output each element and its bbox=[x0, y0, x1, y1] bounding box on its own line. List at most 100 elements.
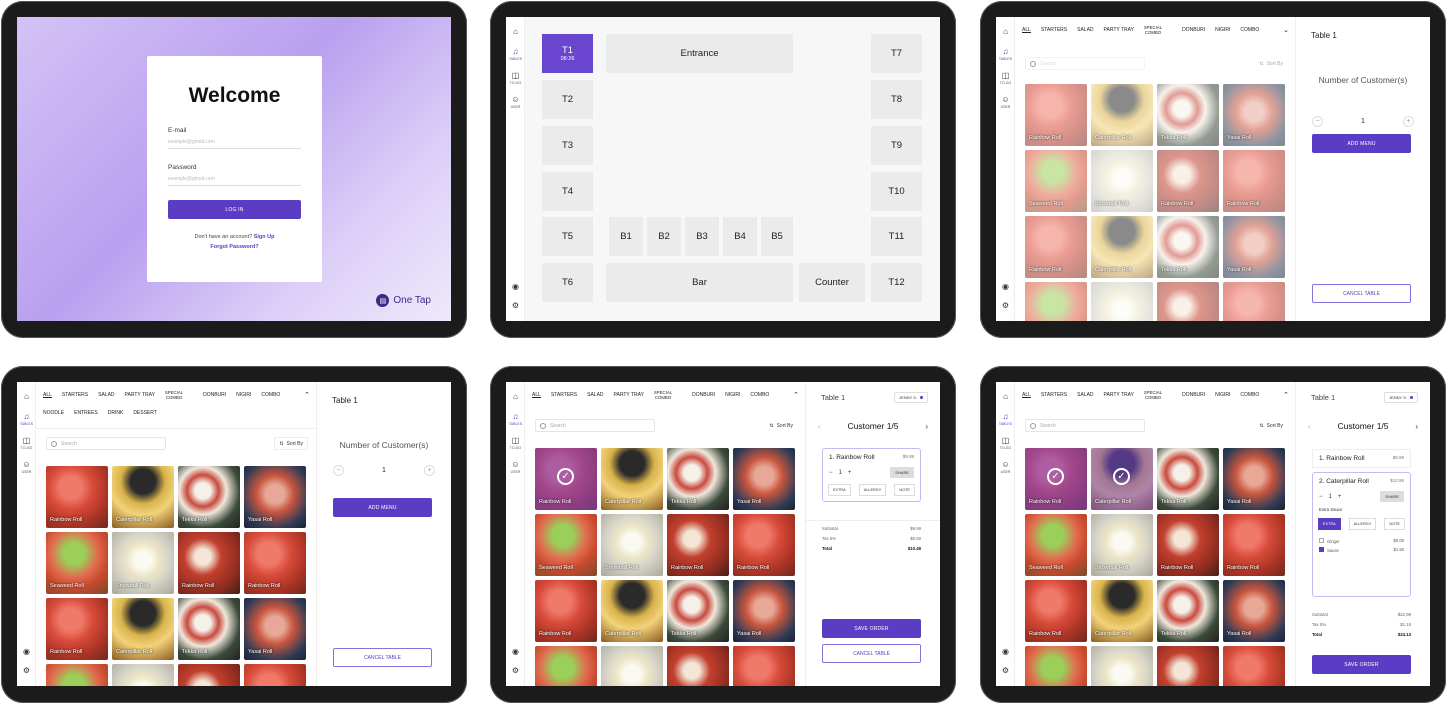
search-input[interactable]: Search bbox=[535, 419, 655, 432]
menu-item[interactable]: Rainbow Roll bbox=[1157, 150, 1219, 212]
sidebar-item-tables[interactable]: ♫ TABLES bbox=[506, 412, 525, 426]
table-t4[interactable]: T4 bbox=[542, 172, 593, 211]
menu-item[interactable]: Rainbow Roll bbox=[1025, 580, 1087, 642]
save-order-button[interactable]: SAVE ORDER bbox=[1312, 655, 1411, 674]
tab-combo[interactable]: COMBO bbox=[1240, 28, 1259, 33]
minus-icon[interactable]: − bbox=[1319, 494, 1323, 500]
menu-item[interactable] bbox=[1091, 282, 1153, 321]
profile-icon[interactable]: ◉ bbox=[996, 647, 1015, 656]
server-badge[interactable]: JENNY S. bbox=[894, 392, 928, 403]
table-t5[interactable]: T5 bbox=[542, 217, 593, 256]
menu-item[interactable]: Tekka Roll bbox=[667, 580, 729, 642]
cancel-table-button[interactable]: CANCEL TABLE bbox=[1312, 284, 1411, 303]
order-item-collapsed[interactable]: 1. Rainbow Roll $9.99 bbox=[1312, 449, 1411, 468]
tab-dessert[interactable]: DESSERT bbox=[133, 411, 157, 416]
tab-nigiri[interactable]: NIGIRI bbox=[1215, 393, 1230, 398]
settings-icon[interactable]: ⚙ bbox=[996, 301, 1015, 310]
table-t2[interactable]: T2 bbox=[542, 80, 593, 119]
home-icon[interactable]: ⌂ bbox=[996, 392, 1015, 401]
menu-item[interactable] bbox=[1223, 646, 1285, 686]
home-icon[interactable]: ⌂ bbox=[506, 27, 525, 36]
tab-special-combo[interactable]: SPECIAL COMBO bbox=[1144, 390, 1172, 400]
menu-item[interactable]: Yasai Roll bbox=[1223, 448, 1285, 510]
tab-salad[interactable]: SALAD bbox=[98, 393, 114, 398]
menu-item[interactable] bbox=[112, 664, 174, 686]
sort-button[interactable]: ⇅ Sort By bbox=[1255, 57, 1287, 70]
chevron-up-icon[interactable]: ⌃ bbox=[304, 392, 310, 399]
menu-item[interactable]: Seaweed Roll bbox=[1025, 150, 1087, 212]
menu-item-selected[interactable]: ✓ Rainbow Roll bbox=[535, 448, 597, 510]
search-input[interactable]: Search bbox=[46, 437, 166, 450]
email-field[interactable]: example@gmail.com bbox=[168, 139, 301, 149]
menu-item[interactable]: Seaweed Roll bbox=[46, 532, 108, 594]
settings-icon[interactable]: ⚙ bbox=[996, 666, 1015, 675]
menu-item[interactable]: Snowball Roll bbox=[601, 514, 663, 576]
menu-item[interactable]: Snowball Roll bbox=[112, 532, 174, 594]
allergy-button[interactable]: ALLERGY bbox=[858, 484, 887, 496]
settings-icon[interactable]: ⚙ bbox=[506, 666, 525, 675]
menu-item[interactable]: Rainbow Roll bbox=[46, 466, 108, 528]
table-t8[interactable]: T8 bbox=[871, 80, 922, 119]
profile-icon[interactable]: ◉ bbox=[996, 282, 1015, 291]
plus-icon[interactable]: + bbox=[424, 464, 435, 476]
menu-item-selected[interactable]: ✓ Rainbow Roll bbox=[1025, 448, 1087, 510]
home-icon[interactable]: ⌂ bbox=[17, 392, 36, 401]
tab-salad[interactable]: SALAD bbox=[1077, 28, 1093, 33]
menu-item[interactable] bbox=[667, 646, 729, 686]
menu-item[interactable]: Yasai Roll bbox=[733, 448, 795, 510]
tab-all[interactable]: ALL bbox=[1022, 28, 1031, 33]
chevron-down-icon[interactable]: ⌄ bbox=[1283, 27, 1289, 34]
bar-seat-b2[interactable]: B2 bbox=[647, 217, 681, 256]
plus-icon[interactable]: + bbox=[1338, 494, 1342, 500]
chevron-right-icon[interactable]: › bbox=[1415, 422, 1418, 431]
tab-party-tray[interactable]: PARTY TRAY bbox=[1104, 393, 1134, 398]
tab-nigiri[interactable]: NIGIRI bbox=[1215, 28, 1230, 33]
menu-item[interactable]: Caterpillar Roll bbox=[112, 466, 174, 528]
table-t9[interactable]: T9 bbox=[871, 126, 922, 165]
tab-nigiri[interactable]: NIGIRI bbox=[725, 393, 740, 398]
tab-party-tray[interactable]: PARTY TRAY bbox=[614, 393, 644, 398]
tab-nigiri[interactable]: NIGIRI bbox=[236, 393, 251, 398]
tab-starters[interactable]: STARTERS bbox=[62, 393, 88, 398]
menu-item[interactable]: Tekka Roll bbox=[1157, 448, 1219, 510]
tab-combo[interactable]: COMBO bbox=[1240, 393, 1259, 398]
sidebar-item-user[interactable]: ☺ USER bbox=[506, 460, 525, 474]
menu-item[interactable]: Rainbow Roll bbox=[1223, 514, 1285, 576]
sidebar-item-togo[interactable]: ◫ TO-GO bbox=[506, 436, 525, 450]
menu-item[interactable]: Rainbow Roll bbox=[733, 514, 795, 576]
add-menu-button[interactable]: ADD MENU bbox=[1312, 134, 1411, 153]
menu-item[interactable]: Tekka Roll bbox=[1157, 216, 1219, 278]
menu-item[interactable]: Tekka Roll bbox=[178, 466, 240, 528]
sidebar-item-user[interactable]: ☺ USER bbox=[17, 460, 36, 474]
menu-item[interactable]: Yasai Roll bbox=[1223, 84, 1285, 146]
menu-item[interactable]: Yasai Roll bbox=[244, 598, 306, 660]
menu-item[interactable]: Tekka Roll bbox=[178, 598, 240, 660]
search-input[interactable]: Search bbox=[1025, 57, 1145, 70]
tab-combo[interactable]: COMBO bbox=[750, 393, 769, 398]
menu-item[interactable]: Seaweed Roll bbox=[535, 514, 597, 576]
home-icon[interactable]: ⌂ bbox=[996, 27, 1015, 36]
table-t11[interactable]: T11 bbox=[871, 217, 922, 256]
menu-item[interactable]: Rainbow Roll bbox=[1025, 84, 1087, 146]
menu-item[interactable] bbox=[535, 646, 597, 686]
bar-seat-b5[interactable]: B5 bbox=[761, 217, 793, 256]
tab-special-combo[interactable]: SPECIAL COMBO bbox=[1144, 25, 1172, 35]
sidebar-item-togo[interactable]: ◫ TO-GO bbox=[17, 436, 36, 450]
menu-item[interactable]: Caterpillar Roll bbox=[601, 580, 663, 642]
tab-donburi[interactable]: DONBURI bbox=[203, 393, 226, 398]
sidebar-item-togo[interactable]: ◫ TO-GO bbox=[506, 71, 525, 85]
menu-item[interactable]: Snowball Roll bbox=[1091, 514, 1153, 576]
cancel-table-button[interactable]: CANCEL TABLE bbox=[333, 648, 432, 667]
tab-all[interactable]: ALL bbox=[43, 393, 52, 398]
order-item-card[interactable]: 1. Rainbow Roll $9.99 −1 + SHARE EXTRA ALLER… bbox=[822, 448, 921, 502]
chevron-left-icon[interactable]: ‹ bbox=[1308, 422, 1311, 431]
settings-icon[interactable]: ⚙ bbox=[506, 301, 525, 310]
tab-party-tray[interactable]: PARTY TRAY bbox=[125, 393, 155, 398]
settings-icon[interactable]: ⚙ bbox=[17, 666, 36, 675]
sidebar-item-togo[interactable]: ◫ TO-GO bbox=[996, 436, 1015, 450]
extra-option-sauce[interactable]: Sauce $1.50 bbox=[1313, 544, 1410, 553]
forgot-password-link[interactable]: Forgot Password? bbox=[210, 244, 258, 250]
profile-icon[interactable]: ◉ bbox=[506, 647, 525, 656]
table-t7[interactable]: T7 bbox=[871, 34, 922, 73]
tab-starters[interactable]: STARTERS bbox=[551, 393, 577, 398]
